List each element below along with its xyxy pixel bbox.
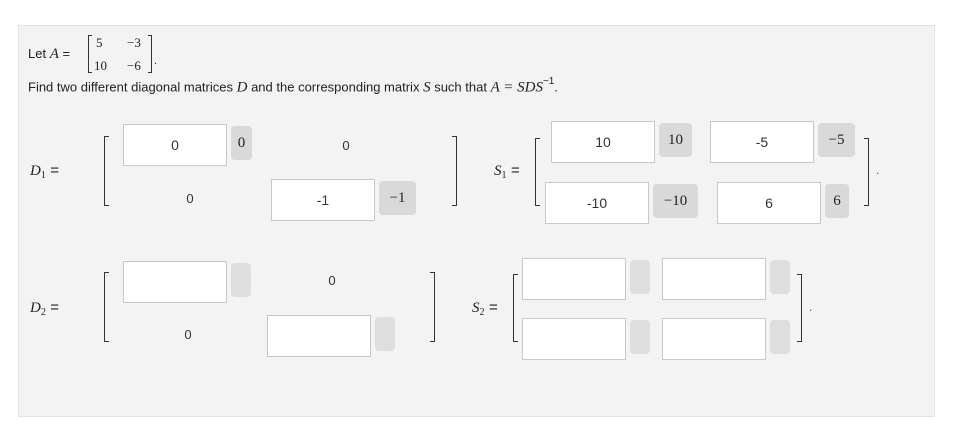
s2-r2c2-input[interactable] — [662, 318, 766, 360]
d2-r1c1-input[interactable] — [123, 261, 227, 303]
s1-left-bracket — [535, 138, 540, 206]
d2-r2c2-preview — [375, 317, 395, 351]
s2-r2c2-preview — [770, 320, 790, 354]
matrix-a-r1c1: 5 — [96, 35, 103, 50]
d1-r1c2-value: 0 — [342, 138, 350, 153]
s2-subscript: 2 — [479, 307, 485, 318]
d1-r1c1-input[interactable] — [123, 124, 227, 166]
equation-period: . — [554, 79, 558, 95]
d1-equals: = — [50, 162, 60, 179]
d1-symbol: D — [30, 163, 41, 179]
s2-r2c1-preview — [630, 320, 650, 354]
d1-label: D1 = — [30, 162, 60, 181]
let-text: Let — [28, 46, 47, 61]
s2-r2c1-input[interactable] — [522, 318, 626, 360]
s1-equals: = — [510, 162, 520, 179]
s2-symbol: S — [472, 300, 480, 316]
s1-r1c2-preview: −5 — [818, 123, 855, 157]
s1-label: S1 = — [494, 162, 520, 181]
s1-r2c1-input[interactable] — [545, 182, 649, 224]
instruction-text-1: Find two different diagonal matrices — [28, 79, 233, 95]
s2-r1c2-input[interactable] — [662, 258, 766, 300]
matrix-a-r1c2: −3 — [127, 35, 141, 50]
d2-right-bracket — [430, 272, 435, 342]
d2-symbol: D — [30, 300, 41, 316]
d2-r2c1-value: 0 — [184, 327, 192, 342]
s1-r1c1-preview: 10 — [659, 123, 692, 157]
s1-r1c1-input[interactable] — [551, 121, 655, 163]
d1-r2c2-input[interactable] — [271, 179, 375, 221]
s1-r2c2-input[interactable] — [717, 182, 821, 224]
d1-left-bracket — [104, 136, 109, 206]
d2-subscript: 2 — [40, 307, 46, 318]
matrix-a-r2c1: 10 — [94, 58, 107, 73]
s2-label: S2 = — [472, 299, 498, 318]
s2-r1c1-preview — [630, 260, 650, 294]
instruction-line: Find two different diagonal matrices D a… — [28, 76, 558, 96]
equation: A = SDS — [490, 79, 543, 96]
s1-symbol: S — [494, 163, 502, 179]
d2-equals: = — [50, 299, 60, 316]
instruction-text-2: and the corresponding matrix — [251, 79, 420, 95]
matrix-a-right-bracket — [148, 35, 152, 73]
s1-right-bracket — [864, 138, 869, 206]
d1-r1c1-preview: 0 — [231, 126, 252, 160]
d1-r2c1-value: 0 — [186, 191, 194, 206]
equals-sign: = — [62, 46, 71, 61]
s1-subscript: 1 — [501, 170, 507, 181]
s1-r1c2-input[interactable] — [710, 121, 814, 163]
s2-trailing-dot: . — [809, 300, 813, 314]
s2-r1c2-preview — [770, 260, 790, 294]
s2-right-bracket — [797, 274, 802, 342]
s2-equals: = — [488, 299, 498, 316]
s1-r2c2-preview: 6 — [825, 184, 849, 218]
matrix-a-period: . — [154, 55, 158, 67]
d1-r2c2-preview: −1 — [379, 181, 416, 215]
d2-r1c1-preview — [231, 263, 251, 297]
d2-r2c2-input[interactable] — [267, 315, 371, 357]
d2-r1c2-value: 0 — [328, 273, 336, 288]
s2-left-bracket — [513, 274, 518, 342]
d-symbol: D — [236, 79, 248, 96]
matrix-a-left-bracket — [88, 35, 92, 73]
matrix-a-r2c2: −6 — [127, 58, 141, 73]
d2-left-bracket — [104, 272, 109, 342]
a-symbol: A — [49, 46, 59, 62]
instruction-text-3: such that — [434, 79, 487, 95]
inverse-exponent: −1 — [542, 76, 555, 87]
s-symbol: S — [423, 79, 431, 96]
d1-right-bracket — [452, 136, 457, 206]
let-label: Let A = — [28, 46, 70, 63]
d2-label: D2 = — [30, 299, 60, 318]
d1-subscript: 1 — [40, 170, 46, 181]
s1-r2c1-preview: −10 — [653, 184, 698, 218]
s1-trailing-dot: . — [876, 163, 880, 177]
s2-r1c1-input[interactable] — [522, 258, 626, 300]
